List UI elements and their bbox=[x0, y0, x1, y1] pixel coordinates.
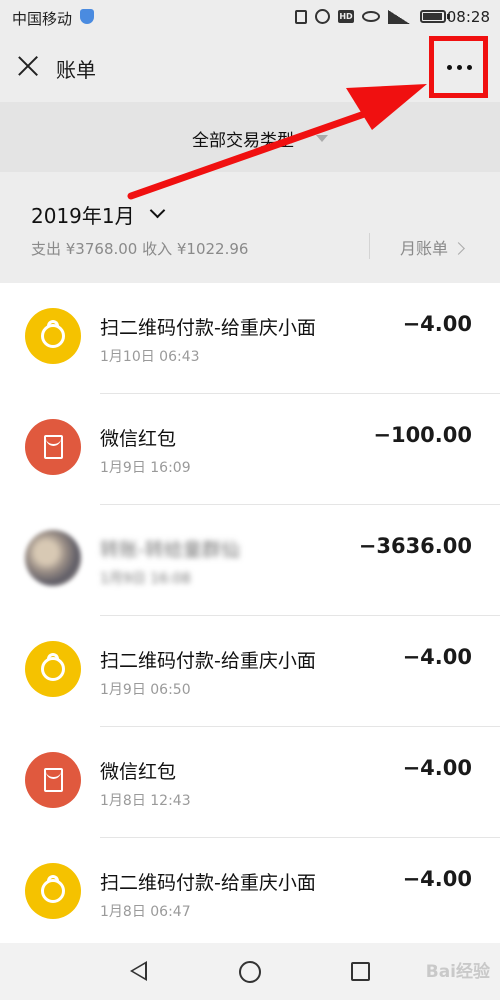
app-header: 账单 bbox=[0, 34, 500, 102]
qr-payment-icon bbox=[25, 308, 81, 364]
transaction-row[interactable]: 微信红包 1月9日 16:09 −100.00 bbox=[0, 394, 500, 505]
carrier-name: 中国移动 bbox=[12, 10, 73, 28]
transaction-row[interactable]: 转账-转给童群仙 1月9日 16:08 −3636.00 bbox=[0, 505, 500, 616]
transaction-title: 扫二维码付款-给重庆小面 bbox=[100, 317, 316, 339]
back-icon[interactable] bbox=[130, 961, 147, 981]
transaction-amount: −4.00 bbox=[402, 312, 472, 336]
page-title: 账单 bbox=[56, 58, 96, 82]
watermark: Bai经验 bbox=[425, 962, 490, 982]
transaction-time: 1月8日 12:43 bbox=[100, 793, 191, 809]
status-bar: 中国移动 HD 08:28 bbox=[0, 0, 500, 34]
transaction-title: 转账-转给童群仙 bbox=[100, 539, 240, 561]
month-selector[interactable]: 2019年1月 bbox=[31, 200, 135, 229]
red-packet-icon bbox=[25, 419, 81, 475]
transaction-type-filter[interactable]: 全部交易类型 bbox=[192, 126, 294, 151]
transaction-amount: −4.00 bbox=[402, 867, 472, 891]
chevron-right-icon bbox=[452, 242, 465, 255]
transaction-title: 扫二维码付款-给重庆小面 bbox=[100, 650, 316, 672]
qr-payment-icon bbox=[25, 641, 81, 697]
battery-icon bbox=[420, 10, 446, 23]
eye-comfort-icon bbox=[362, 11, 380, 22]
signal-icon bbox=[388, 9, 410, 24]
transaction-time: 1月9日 16:09 bbox=[100, 460, 191, 476]
status-icons: HD bbox=[295, 9, 410, 24]
transaction-time: 1月9日 06:50 bbox=[100, 682, 191, 698]
transaction-row[interactable]: 扫二维码付款-给重庆小面 1月8日 06:47 −4.00 bbox=[0, 838, 500, 949]
clock: 08:28 bbox=[446, 8, 490, 26]
system-nav-bar: Bai经验 bbox=[0, 943, 500, 1000]
qr-payment-icon bbox=[25, 863, 81, 919]
hd-icon: HD bbox=[338, 10, 354, 23]
transaction-amount: −3636.00 bbox=[358, 534, 472, 558]
avatar bbox=[25, 530, 81, 586]
monthly-totals: 支出 ¥3768.00 收入 ¥1022.96 bbox=[31, 240, 249, 258]
transaction-title: 微信红包 bbox=[100, 428, 177, 450]
transaction-title: 扫二维码付款-给重庆小面 bbox=[100, 872, 316, 894]
caret-down-icon bbox=[316, 135, 328, 142]
transaction-list: 扫二维码付款-给重庆小面 1月10日 06:43 −4.00 微信红包 1月9日… bbox=[0, 283, 500, 949]
more-dots-icon bbox=[447, 65, 472, 70]
red-packet-icon bbox=[25, 752, 81, 808]
transaction-time: 1月8日 06:47 bbox=[100, 904, 191, 920]
transaction-row[interactable]: 扫二维码付款-给重庆小面 1月9日 06:50 −4.00 bbox=[0, 616, 500, 727]
monthly-bill-label: 月账单 bbox=[400, 239, 449, 258]
alarm-icon bbox=[315, 9, 330, 24]
transaction-title: 微信红包 bbox=[100, 761, 177, 783]
more-button[interactable] bbox=[429, 36, 488, 98]
close-icon[interactable] bbox=[16, 54, 40, 78]
transaction-time: 1月10日 06:43 bbox=[100, 349, 200, 365]
divider bbox=[369, 233, 370, 259]
transaction-amount: −100.00 bbox=[373, 423, 472, 447]
transaction-amount: −4.00 bbox=[402, 645, 472, 669]
vibrate-icon bbox=[295, 9, 307, 24]
transaction-time: 1月9日 16:08 bbox=[100, 571, 191, 587]
recent-apps-icon[interactable] bbox=[351, 962, 370, 981]
filter-bar[interactable]: 全部交易类型 bbox=[0, 102, 500, 172]
transaction-row[interactable]: 扫二维码付款-给重庆小面 1月10日 06:43 −4.00 bbox=[0, 283, 500, 394]
chevron-down-icon[interactable] bbox=[149, 202, 166, 219]
transaction-amount: −4.00 bbox=[402, 756, 472, 780]
month-summary: 2019年1月 支出 ¥3768.00 收入 ¥1022.96 月账单 bbox=[0, 172, 500, 283]
monthly-bill-link[interactable]: 月账单 bbox=[400, 235, 465, 259]
home-icon[interactable] bbox=[239, 961, 261, 983]
transaction-row[interactable]: 微信红包 1月8日 12:43 −4.00 bbox=[0, 727, 500, 838]
shield-icon bbox=[80, 9, 94, 24]
